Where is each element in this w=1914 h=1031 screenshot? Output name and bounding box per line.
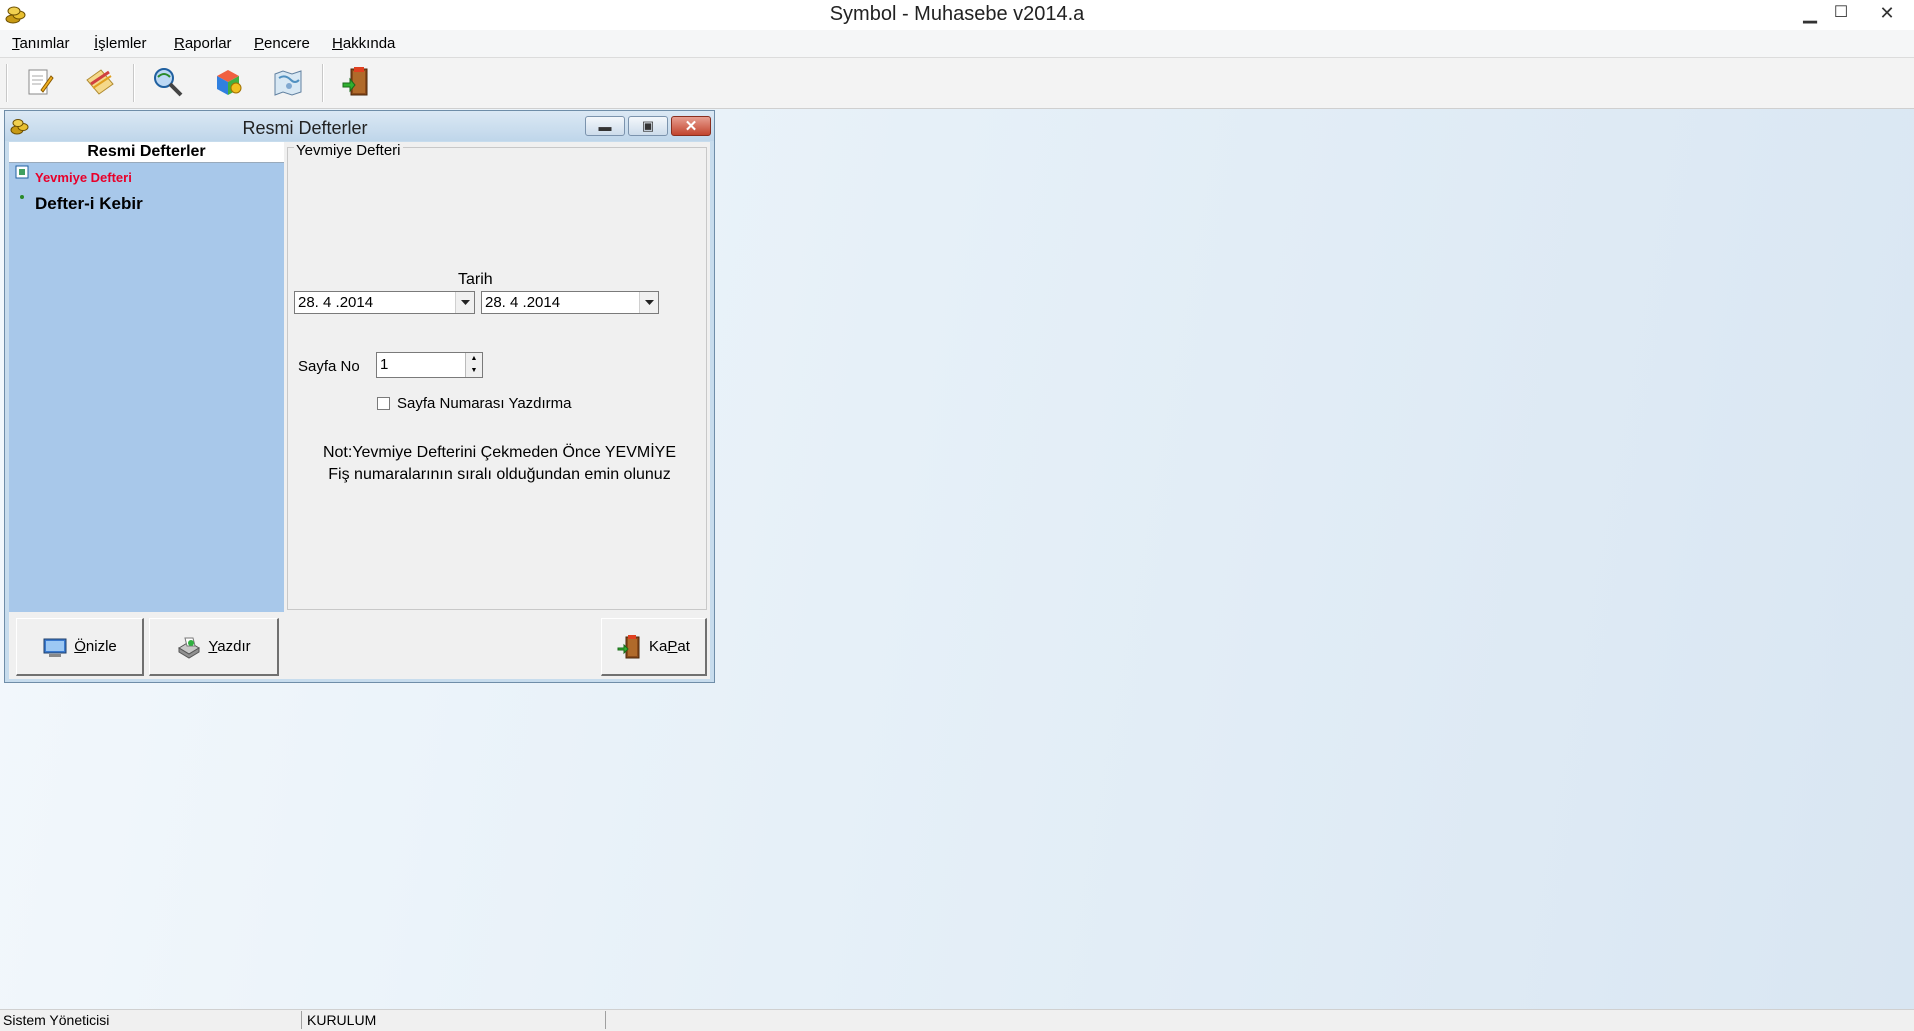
child-close-button[interactable]: ✕ — [671, 116, 711, 136]
maximize-button[interactable]: ☐ — [1818, 0, 1864, 28]
toolbar-separator — [322, 64, 324, 102]
tree-header: Resmi Defterler — [9, 142, 284, 163]
toolbar-button-search[interactable] — [148, 62, 188, 102]
print-button[interactable]: Yazdır — [149, 618, 279, 676]
page-no-value: 1 — [380, 356, 389, 373]
menu-hakkinda[interactable]: Hakkında — [332, 35, 395, 52]
menu-bar: Tanımlar İşlemler Raporlar Pencere Hakkı… — [0, 30, 1914, 58]
child-window-body: Resmi Defterler Yevmiye Defteri Defter-i… — [9, 142, 710, 679]
note-line-1: Not:Yevmiye Defterini Çekmeden Önce YEVM… — [322, 444, 677, 461]
toolbar-separator — [133, 64, 135, 102]
world-map-icon — [274, 70, 302, 96]
stepper-buttons[interactable]: ▲ ▼ — [465, 353, 482, 377]
stepper-down-icon[interactable]: ▼ — [466, 365, 482, 377]
date-from-picker[interactable]: 28. 4 .2014 — [294, 291, 475, 314]
search-globe-icon — [154, 68, 183, 97]
close-form-button[interactable]: KaPat — [601, 618, 707, 676]
edit-document-icon — [28, 69, 54, 95]
selected-node-icon — [15, 165, 29, 179]
child-titlebar: Resmi Defterler ▬ ▣ ✕ — [5, 111, 714, 141]
close-button[interactable]: ✕ — [1864, 0, 1910, 28]
exit-door-icon — [617, 634, 640, 658]
exit-door-icon — [342, 67, 368, 96]
ledger-note: Not:Yevmiye Defterini Çekmeden Önce YEVM… — [287, 442, 712, 486]
toolbar — [0, 58, 1914, 109]
resmi-defterler-window: Resmi Defterler ▬ ▣ ✕ Resmi Defterler Ye… — [4, 110, 715, 683]
app-title: Symbol - Muhasebe v2014.a — [829, 3, 1085, 25]
tree-item-defter-i-kebir[interactable]: Defter-i Kebir — [35, 194, 143, 214]
menu-islemler[interactable]: İşlemler — [94, 35, 147, 52]
status-bar: Sistem Yöneticisi KURULUM — [0, 1009, 1914, 1031]
toolbar-button-map[interactable] — [268, 62, 308, 102]
toolbar-button-cube[interactable] — [208, 62, 248, 102]
group-title: Yevmiye Defteri — [294, 142, 403, 159]
toolbar-separator — [6, 64, 8, 102]
pencil-paper-icon — [86, 69, 114, 95]
date-from-value: 28. 4 .2014 — [298, 294, 374, 311]
preview-button-label: Önizle — [74, 638, 117, 655]
ledger-tree-panel: Resmi Defterler Yevmiye Defteri Defter-i… — [9, 142, 284, 612]
toolbar-button-exit[interactable] — [337, 62, 377, 102]
status-user: Sistem Yöneticisi — [0, 1011, 302, 1029]
child-minimize-button[interactable]: ▬ — [585, 116, 625, 136]
chevron-down-icon[interactable] — [639, 292, 658, 313]
tree-item-yevmiye-defteri[interactable]: Yevmiye Defteri — [35, 170, 132, 185]
color-cube-icon — [217, 70, 242, 95]
yevmiye-defteri-group: Yevmiye Defteri — [287, 142, 707, 610]
child-maximize-button[interactable]: ▣ — [628, 116, 668, 136]
monitor-icon — [43, 638, 67, 657]
date-to-value: 28. 4 .2014 — [485, 294, 561, 311]
action-bar: Önizle Yazdır KaPat — [9, 612, 710, 679]
menu-pencere[interactable]: Pencere — [254, 35, 310, 52]
ledger-form-panel: Yevmiye Defteri Tarih 28. 4 .2014 28. 4 … — [287, 142, 710, 612]
menu-tanimlar[interactable]: Tanımlar — [12, 35, 70, 52]
print-button-label: Yazdır — [208, 638, 251, 655]
page-no-stepper[interactable]: 1 ▲ ▼ — [376, 352, 483, 378]
date-to-picker[interactable]: 28. 4 .2014 — [481, 291, 659, 314]
app-titlebar: Symbol - Muhasebe v2014.a ▁ ☐ ✕ — [0, 0, 1914, 30]
no-page-number-checkbox[interactable] — [377, 397, 390, 410]
toolbar-button-edit[interactable] — [19, 62, 59, 102]
preview-button[interactable]: Önizle — [16, 618, 144, 676]
note-line-2: Fiş numaralarının sıralı olduğundan emin… — [328, 466, 671, 483]
menu-raporlar[interactable]: Raporlar — [174, 35, 232, 52]
tree-node-bullet-icon — [20, 195, 24, 199]
child-window-title: Resmi Defterler — [242, 118, 368, 138]
date-label: Tarih — [458, 271, 493, 288]
status-company: KURULUM — [304, 1011, 606, 1029]
no-page-number-label: Sayfa Numarası Yazdırma — [397, 395, 572, 412]
toolbar-button-pencil[interactable] — [80, 62, 120, 102]
chevron-down-icon[interactable] — [455, 292, 474, 313]
stepper-up-icon[interactable]: ▲ — [466, 353, 482, 365]
status-extra — [608, 1011, 1911, 1029]
close-form-button-label: KaPat — [649, 638, 690, 655]
printer-icon — [178, 637, 201, 659]
page-no-label: Sayfa No — [298, 358, 360, 375]
